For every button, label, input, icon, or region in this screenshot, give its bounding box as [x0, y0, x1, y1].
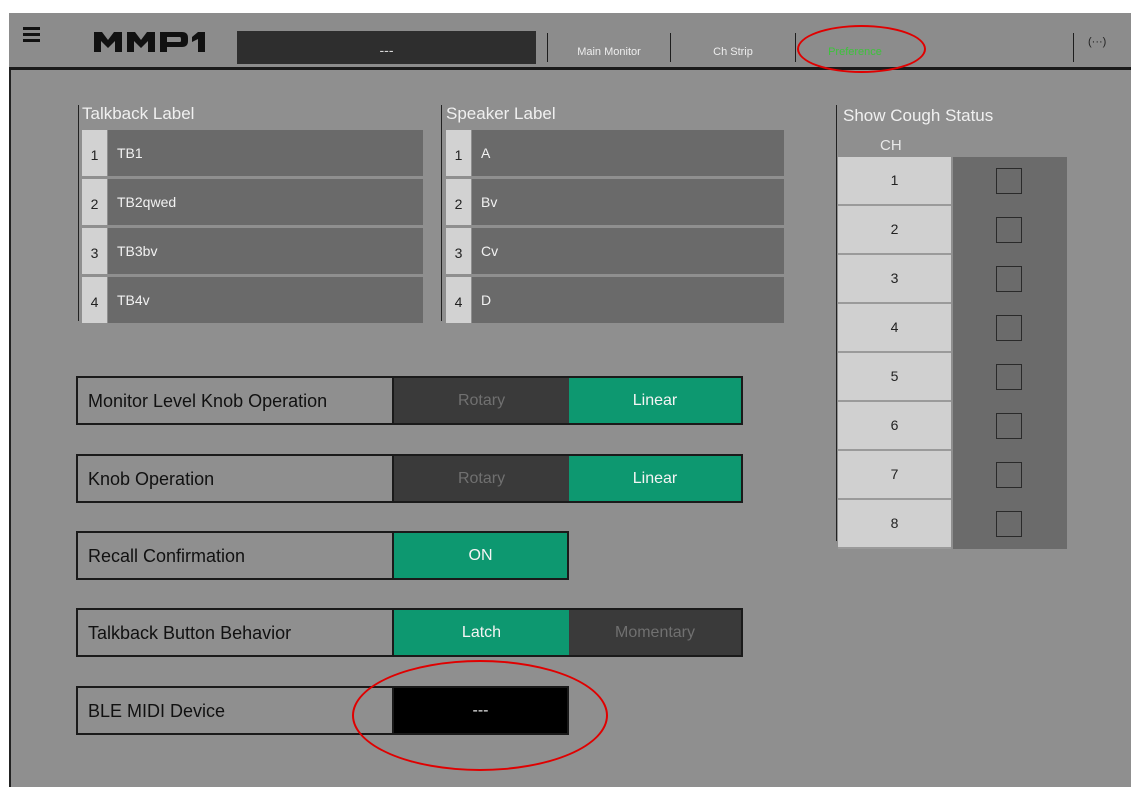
tab-divider	[1073, 33, 1074, 62]
recall-confirmation-label: Recall Confirmation	[78, 533, 394, 578]
talkback-label-field[interactable]: TB2qwed	[108, 179, 423, 225]
monitor-level-knob-label: Monitor Level Knob Operation	[78, 378, 394, 423]
speaker-row-number: 3	[446, 228, 471, 274]
cough-status-title: Show Cough Status	[843, 106, 994, 125]
cough-checkbox[interactable]	[996, 266, 1022, 292]
hamburger-menu-icon[interactable]	[23, 27, 40, 42]
cough-ch-number: 1	[838, 157, 951, 206]
cough-ch-number: 2	[838, 206, 951, 255]
talkback-row-number: 4	[82, 277, 107, 323]
talkback-row-number: 3	[82, 228, 107, 274]
speaker-label-title: Speaker Label	[446, 104, 556, 123]
cough-ch-number: 4	[838, 304, 951, 353]
ble-midi-device-label: BLE MIDI Device	[78, 688, 394, 733]
top-bar-divider	[9, 67, 1131, 70]
ble-midi-device-setting: BLE MIDI Device ---	[76, 686, 569, 735]
cough-row: 1	[838, 157, 1067, 206]
talkback-latch-button[interactable]: Latch	[394, 610, 569, 655]
tab-divider	[670, 33, 671, 62]
talkback-momentary-button[interactable]: Momentary	[569, 610, 741, 655]
cough-row: 8	[838, 500, 1067, 549]
knob-rotary-button[interactable]: Rotary	[394, 456, 569, 501]
knob-linear-button[interactable]: Linear	[569, 456, 741, 501]
cough-checkbox[interactable]	[996, 364, 1022, 390]
cough-ch-header: CH	[880, 137, 902, 154]
cough-row: 7	[838, 451, 1067, 500]
speaker-group-border	[441, 105, 442, 321]
monitor-knob-linear-button[interactable]: Linear	[569, 378, 741, 423]
talkback-button-behavior-label: Talkback Button Behavior	[78, 610, 394, 655]
cough-checkbox[interactable]	[996, 168, 1022, 194]
cough-checkbox[interactable]	[996, 462, 1022, 488]
talkback-row-number: 1	[82, 130, 107, 176]
cough-checkbox[interactable]	[996, 217, 1022, 243]
talkback-label-field[interactable]: TB1	[108, 130, 423, 176]
cough-checkbox[interactable]	[996, 511, 1022, 537]
cough-row: 4	[838, 304, 1067, 353]
monitor-knob-rotary-button[interactable]: Rotary	[394, 378, 569, 423]
speaker-label-field[interactable]: A	[472, 130, 784, 176]
cough-checkbox-cell[interactable]	[953, 304, 1067, 353]
recall-confirmation-toggle[interactable]: ON	[394, 533, 567, 578]
speaker-row-number: 1	[446, 130, 471, 176]
cough-ch-number: 8	[838, 500, 951, 549]
cough-checkbox[interactable]	[996, 413, 1022, 439]
cough-row: 3	[838, 255, 1067, 304]
cough-row: 2	[838, 206, 1067, 255]
cough-ch-number: 6	[838, 402, 951, 451]
cough-checkbox-cell[interactable]	[953, 500, 1067, 549]
ble-midi-device-select[interactable]: ---	[394, 688, 567, 733]
tab-ch-strip[interactable]: Ch Strip	[680, 31, 786, 67]
monitor-level-knob-setting: Monitor Level Knob Operation Rotary Line…	[76, 376, 743, 425]
knob-operation-setting: Knob Operation Rotary Linear	[76, 454, 743, 503]
speaker-row-number: 4	[446, 277, 471, 323]
speaker-row-number: 2	[446, 179, 471, 225]
talkback-row-number: 2	[82, 179, 107, 225]
cough-group-border	[836, 105, 837, 541]
cough-checkbox[interactable]	[996, 315, 1022, 341]
talkback-label-field[interactable]: TB3bv	[108, 228, 423, 274]
cough-ch-number: 3	[838, 255, 951, 304]
tab-divider	[795, 33, 796, 62]
tab-main-monitor[interactable]: Main Monitor	[556, 31, 662, 67]
speaker-label-field[interactable]: Bv	[472, 179, 784, 225]
cough-checkbox-cell[interactable]	[953, 206, 1067, 255]
recall-confirmation-setting: Recall Confirmation ON	[76, 531, 569, 580]
knob-operation-label: Knob Operation	[78, 456, 394, 501]
cough-ch-number: 5	[838, 353, 951, 402]
cough-checkbox-cell[interactable]	[953, 157, 1067, 206]
speaker-label-field[interactable]: Cv	[472, 228, 784, 274]
tab-divider	[547, 33, 548, 62]
cough-checkbox-cell[interactable]	[953, 353, 1067, 402]
talkback-group-border	[78, 105, 79, 321]
bluetooth-midi-icon[interactable]: (···)	[1088, 36, 1106, 48]
mmp1-logo	[94, 32, 205, 52]
cough-ch-number: 7	[838, 451, 951, 500]
cough-checkbox-cell[interactable]	[953, 402, 1067, 451]
talkback-button-behavior-setting: Talkback Button Behavior Latch Momentary	[76, 608, 743, 657]
speaker-label-field[interactable]: D	[472, 277, 784, 323]
talkback-label-field[interactable]: TB4v	[108, 277, 423, 323]
cough-row: 6	[838, 402, 1067, 451]
talkback-label-title: Talkback Label	[82, 104, 195, 123]
body-left-border	[9, 70, 11, 787]
cough-checkbox-cell[interactable]	[953, 451, 1067, 500]
scene-display[interactable]: ---	[237, 31, 536, 64]
tab-preference[interactable]: Preference	[800, 31, 910, 67]
cough-checkbox-cell[interactable]	[953, 255, 1067, 304]
cough-row: 5	[838, 353, 1067, 402]
